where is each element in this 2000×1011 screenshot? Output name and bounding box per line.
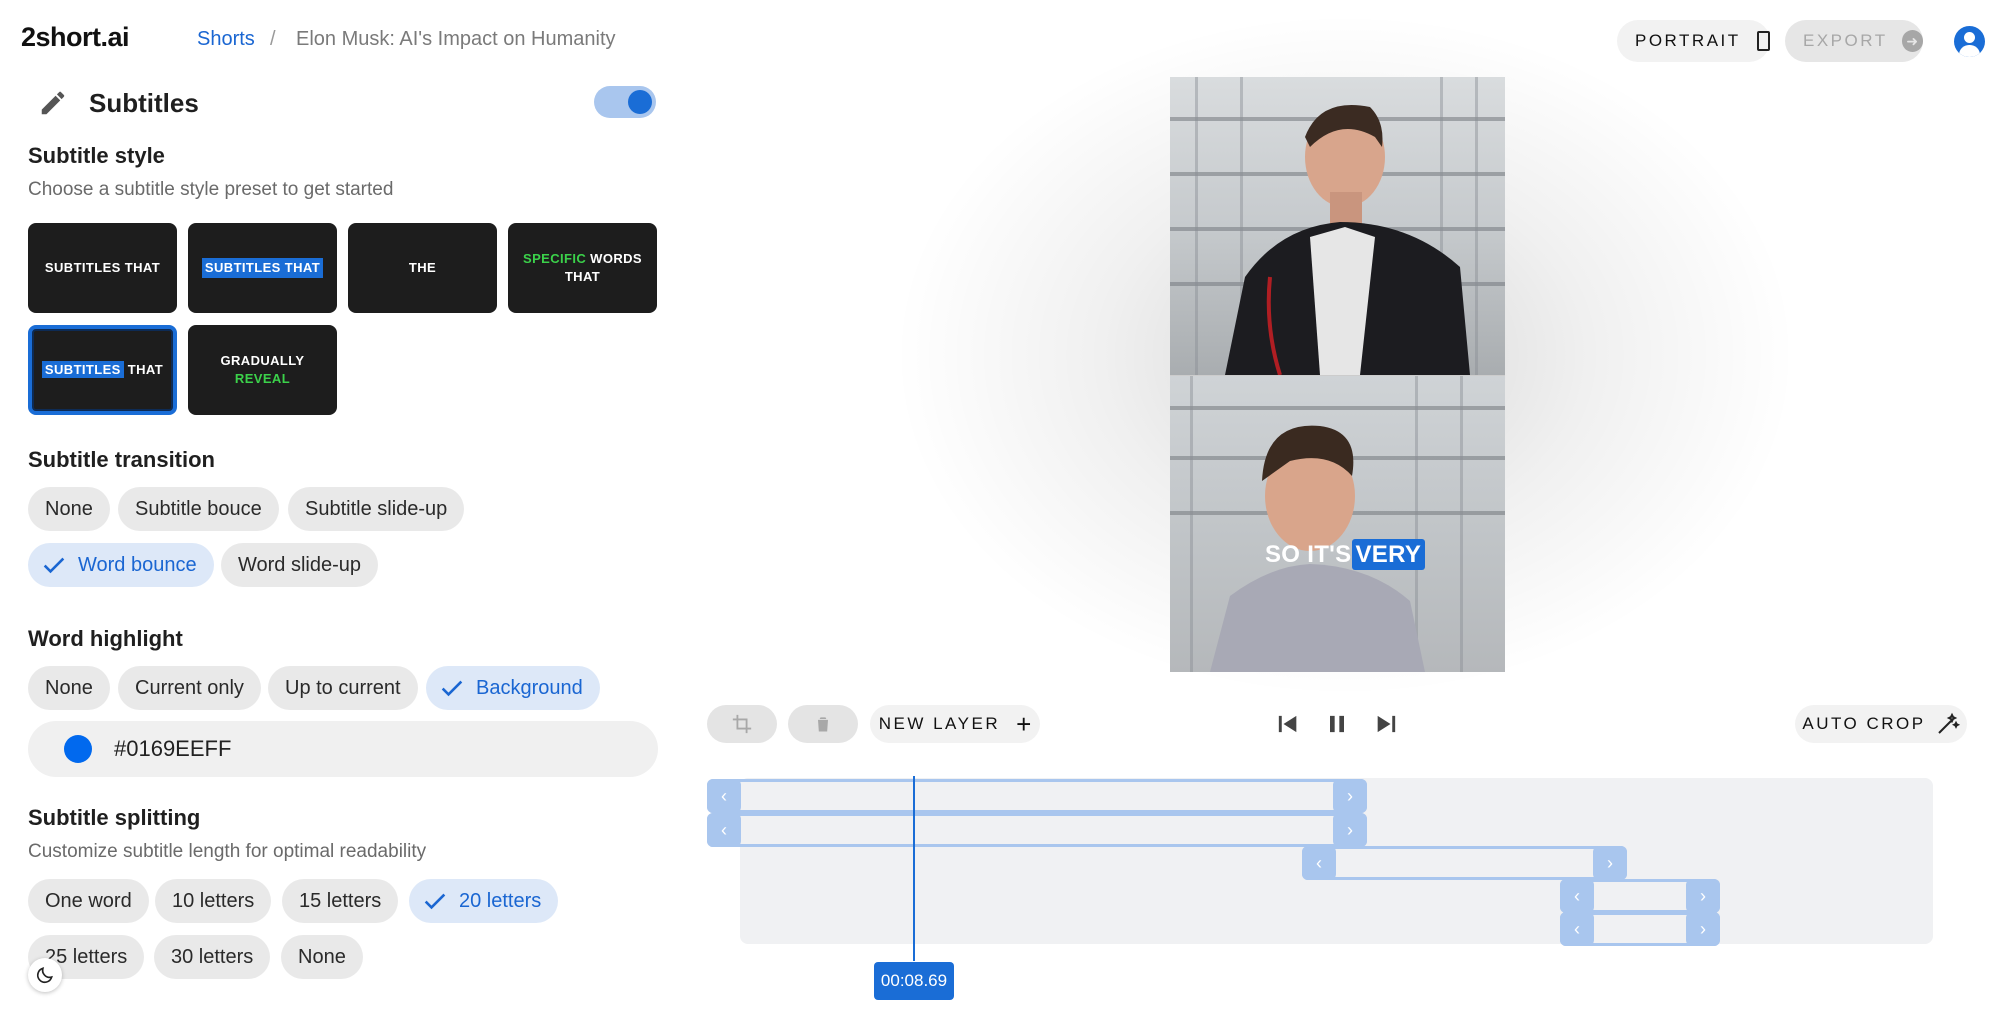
pencil-icon bbox=[41, 91, 65, 115]
video-bottom-panel: SO IT'S VERY bbox=[1170, 376, 1505, 672]
subtitle-style-subheading: Choose a subtitle style preset to get st… bbox=[28, 179, 394, 200]
pause-icon[interactable] bbox=[1322, 710, 1352, 738]
playhead[interactable] bbox=[913, 776, 915, 961]
color-swatch[interactable] bbox=[64, 735, 92, 763]
split-one-word[interactable]: One word bbox=[28, 879, 149, 923]
video-top-panel bbox=[1170, 77, 1505, 375]
check-icon bbox=[43, 557, 65, 574]
style-preset-3[interactable]: THE bbox=[348, 223, 497, 313]
app-logo[interactable]: 2short.ai bbox=[21, 22, 130, 53]
plus-icon: + bbox=[1016, 708, 1032, 739]
color-value[interactable]: #0169EEFF bbox=[114, 736, 231, 762]
timeline-clip[interactable]: ‹ › bbox=[707, 813, 1367, 847]
chevron-right-icon[interactable]: › bbox=[1333, 779, 1367, 813]
skip-back-icon[interactable] bbox=[1272, 710, 1302, 738]
crop-button[interactable] bbox=[707, 705, 777, 743]
breadcrumb-current-title: Elon Musk: AI's Impact on Humanity bbox=[296, 28, 616, 50]
split-30-letters[interactable]: 30 letters bbox=[154, 935, 271, 979]
breadcrumb-separator: / bbox=[270, 28, 276, 50]
dark-mode-toggle[interactable] bbox=[28, 958, 62, 992]
export-button[interactable]: EXPORT ➜ bbox=[1785, 20, 1923, 62]
portrait-button[interactable]: PORTRAIT bbox=[1617, 20, 1770, 62]
highlight-current-only[interactable]: Current only bbox=[118, 666, 261, 710]
timeline-clip[interactable]: ‹ › bbox=[1560, 879, 1720, 913]
split-20-letters[interactable]: 20 letters bbox=[409, 879, 559, 923]
subtitle-style-heading: Subtitle style bbox=[28, 143, 165, 168]
crop-icon bbox=[732, 714, 752, 734]
chevron-left-icon[interactable]: ‹ bbox=[1560, 912, 1594, 946]
style-preset-5-selected[interactable]: SUBTITLES THAT bbox=[28, 325, 177, 415]
check-icon bbox=[441, 680, 463, 697]
person-figure-1 bbox=[1225, 105, 1470, 375]
person-figure-2 bbox=[1210, 425, 1425, 672]
timeline-clip[interactable]: ‹ › bbox=[1560, 912, 1720, 946]
arrow-right-icon: ➜ bbox=[1901, 30, 1923, 52]
highlight-up-to-current[interactable]: Up to current bbox=[268, 666, 418, 710]
subtitle-splitting-subheading: Customize subtitle length for optimal re… bbox=[28, 841, 427, 862]
transition-word-bounce[interactable]: Word bounce bbox=[28, 543, 214, 587]
style-preset-4[interactable]: SPECIFIC WORDS THAT bbox=[508, 223, 657, 313]
chevron-left-icon[interactable]: ‹ bbox=[707, 779, 741, 813]
transition-word-slide-up[interactable]: Word slide-up bbox=[221, 543, 379, 587]
transition-subtitle-bounce[interactable]: Subtitle bouce bbox=[118, 487, 279, 531]
trash-icon bbox=[818, 717, 828, 732]
chevron-right-icon[interactable]: › bbox=[1686, 879, 1720, 913]
magic-wand-icon bbox=[1937, 712, 1960, 734]
delete-button[interactable] bbox=[788, 705, 858, 743]
split-15-letters[interactable]: 15 letters bbox=[282, 879, 399, 923]
subtitles-title: Subtitles bbox=[89, 88, 199, 118]
subtitle-transition-heading: Subtitle transition bbox=[28, 447, 215, 472]
moon-icon bbox=[36, 967, 53, 984]
highlight-color-field[interactable]: #0169EEFF bbox=[28, 721, 658, 777]
subtitles-toggle[interactable] bbox=[594, 86, 656, 118]
skip-forward-icon[interactable] bbox=[1372, 710, 1402, 738]
chevron-right-icon[interactable]: › bbox=[1333, 813, 1367, 847]
style-preset-6[interactable]: GRADUALLY REVEAL bbox=[188, 325, 337, 415]
check-icon bbox=[424, 893, 446, 910]
new-layer-button[interactable]: NEW LAYER + bbox=[870, 705, 1040, 743]
style-preset-1[interactable]: SUBTITLES THAT bbox=[28, 223, 177, 313]
chevron-left-icon[interactable]: ‹ bbox=[1302, 846, 1336, 880]
chevron-right-icon[interactable]: › bbox=[1686, 912, 1720, 946]
word-highlight-heading: Word highlight bbox=[28, 626, 183, 651]
transition-none[interactable]: None bbox=[28, 487, 110, 531]
phone-icon bbox=[1756, 31, 1770, 51]
subtitle-splitting-heading: Subtitle splitting bbox=[28, 805, 201, 830]
split-none[interactable]: None bbox=[281, 935, 363, 979]
chevron-left-icon[interactable]: ‹ bbox=[707, 813, 741, 847]
timeline-clip[interactable]: ‹ › bbox=[707, 779, 1367, 813]
transition-subtitle-slide-up[interactable]: Subtitle slide-up bbox=[288, 487, 465, 531]
style-preset-2[interactable]: SUBTITLES THAT bbox=[188, 223, 337, 313]
timeline-clip[interactable]: ‹ › bbox=[1302, 846, 1627, 880]
chevron-left-icon[interactable]: ‹ bbox=[1560, 879, 1594, 913]
account-icon[interactable] bbox=[1954, 26, 1985, 57]
portrait-label: PORTRAIT bbox=[1635, 31, 1741, 50]
split-10-letters[interactable]: 10 letters bbox=[155, 879, 272, 923]
breadcrumb-shorts-link[interactable]: Shorts bbox=[197, 28, 255, 51]
chevron-right-icon[interactable]: › bbox=[1593, 846, 1627, 880]
highlight-background[interactable]: Background bbox=[426, 666, 600, 710]
subtitle-caption: SO IT'S VERY bbox=[1265, 539, 1426, 570]
export-label: EXPORT bbox=[1803, 31, 1888, 50]
current-time-badge[interactable]: 00:08.69 bbox=[874, 962, 954, 1000]
video-preview[interactable]: SO IT'S VERY bbox=[1170, 77, 1505, 672]
highlight-none[interactable]: None bbox=[28, 666, 110, 710]
auto-crop-button[interactable]: AUTO CROP bbox=[1795, 705, 1967, 743]
